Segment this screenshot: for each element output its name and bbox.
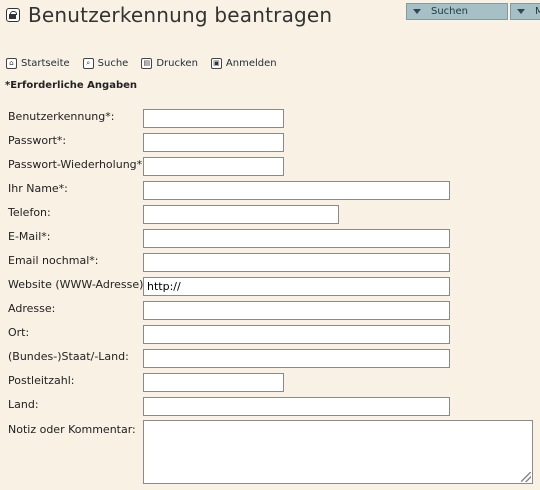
search-icon: ⌕ bbox=[82, 57, 94, 69]
more-menu-label: M bbox=[535, 6, 540, 17]
country-input[interactable] bbox=[143, 397, 450, 416]
name-input[interactable] bbox=[143, 181, 450, 200]
resize-grip-icon[interactable] bbox=[521, 472, 531, 482]
nav-item-startseite[interactable]: ⌂ Startseite bbox=[6, 57, 70, 69]
phone-input[interactable] bbox=[143, 205, 339, 224]
print-icon: ▤ bbox=[141, 57, 153, 69]
nav-item-drucken[interactable]: ▤ Drucken bbox=[141, 57, 198, 69]
postal-code-label: Postleitzahl: bbox=[8, 374, 75, 387]
postal-code-input[interactable] bbox=[143, 373, 284, 392]
dropdown-triangle-icon bbox=[413, 9, 421, 14]
dropdown-triangle-icon bbox=[517, 9, 525, 14]
city-input[interactable] bbox=[143, 325, 450, 344]
website-label: Website (WWW-Adresse): bbox=[8, 278, 148, 291]
country-label: Land: bbox=[8, 398, 39, 411]
name-label: Ihr Name*: bbox=[8, 182, 68, 195]
password-input[interactable] bbox=[143, 133, 284, 152]
page-header: Benutzerkennung beantragen Suchen M bbox=[0, 0, 540, 34]
password-repeat-label: Passwort-Wiederholung*: bbox=[8, 158, 146, 171]
comment-textarea[interactable] bbox=[143, 420, 533, 484]
required-fields-note: *Erforderliche Angaben bbox=[5, 80, 138, 91]
password-repeat-input[interactable] bbox=[143, 157, 284, 176]
state-input[interactable] bbox=[143, 349, 450, 368]
address-label: Adresse: bbox=[8, 302, 56, 315]
password-label: Passwort*: bbox=[8, 134, 67, 147]
nav-item-suche[interactable]: ⌕ Suche bbox=[82, 57, 129, 69]
email-confirm-label: Email nochmal*: bbox=[8, 254, 99, 267]
home-icon: ⌂ bbox=[6, 57, 17, 69]
nav-label-startseite: Startseite bbox=[21, 57, 70, 69]
nav-item-anmelden[interactable]: ▣ Anmelden bbox=[210, 57, 277, 69]
city-label: Ort: bbox=[8, 326, 30, 339]
nav-label-anmelden: Anmelden bbox=[225, 57, 277, 69]
email-input[interactable] bbox=[143, 229, 450, 248]
search-menu-button[interactable]: Suchen bbox=[406, 3, 508, 20]
state-label: (Bundes-)Staat/-Land: bbox=[8, 350, 129, 363]
more-menu-button[interactable]: M bbox=[510, 3, 540, 20]
nav-label-suche: Suche bbox=[97, 57, 129, 69]
nav-bar: ⌂ Startseite ⌕ Suche ▤ Drucken ▣ Anmelde… bbox=[6, 55, 290, 71]
lock-icon: ▣ bbox=[210, 57, 222, 69]
username-input[interactable] bbox=[143, 109, 284, 128]
lock-icon bbox=[6, 8, 20, 22]
website-input[interactable] bbox=[143, 277, 450, 296]
nav-label-drucken: Drucken bbox=[156, 57, 198, 69]
search-menu-label: Suchen bbox=[431, 6, 469, 17]
comment-label: Notiz oder Kommentar: bbox=[8, 423, 136, 436]
phone-label: Telefon: bbox=[8, 206, 51, 219]
username-label: Benutzerkennung*: bbox=[8, 110, 115, 123]
email-label: E-Mail*: bbox=[8, 230, 51, 243]
address-input[interactable] bbox=[143, 301, 450, 320]
page-title: Benutzerkennung beantragen bbox=[28, 3, 333, 27]
email-confirm-input[interactable] bbox=[143, 253, 450, 272]
